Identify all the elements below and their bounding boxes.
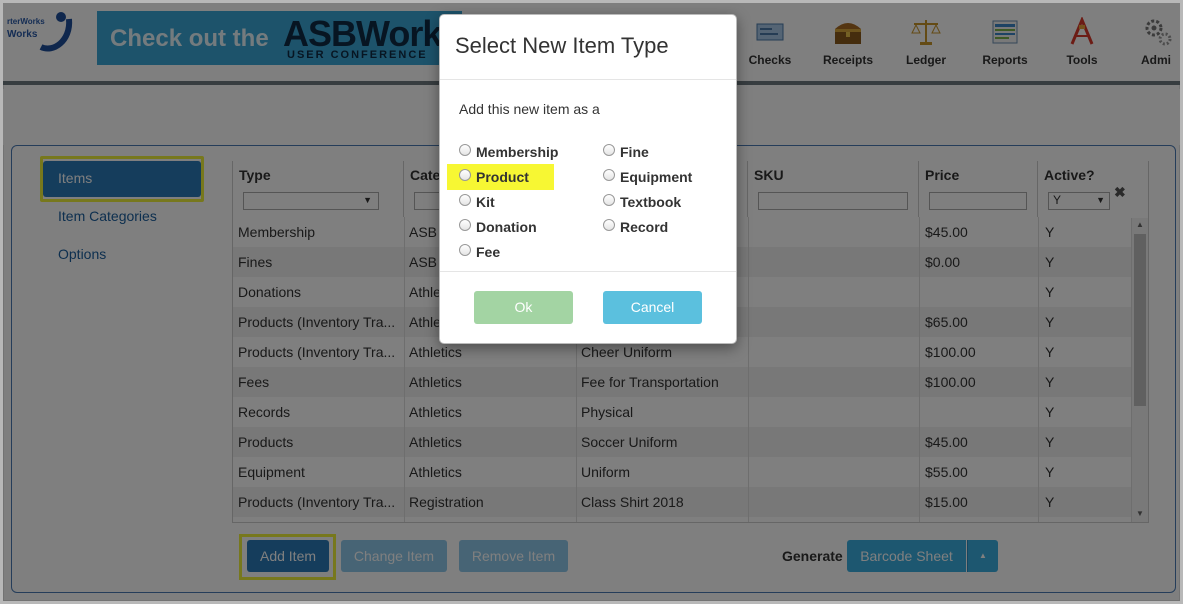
option-label: Fine — [620, 144, 649, 160]
radio-button[interactable] — [603, 194, 615, 206]
radio-button[interactable] — [603, 219, 615, 231]
option-equipment[interactable]: Equipment — [603, 169, 692, 185]
radio-button[interactable] — [603, 169, 615, 181]
option-donation[interactable]: Donation — [459, 219, 537, 235]
option-label: Membership — [476, 144, 559, 160]
option-kit[interactable]: Kit — [459, 194, 495, 210]
option-record[interactable]: Record — [603, 219, 668, 235]
option-product[interactable]: Product — [459, 169, 529, 185]
dialog-subtitle: Add this new item as a — [459, 101, 600, 117]
radio-button[interactable] — [459, 194, 471, 206]
option-membership[interactable]: Membership — [459, 144, 558, 160]
option-label: Record — [620, 219, 669, 235]
radio-button[interactable] — [459, 219, 471, 231]
cancel-button[interactable]: Cancel — [603, 291, 702, 324]
option-label: Fee — [476, 244, 501, 260]
radio-button[interactable] — [459, 244, 471, 256]
radio-button[interactable] — [459, 169, 471, 181]
divider — [440, 271, 736, 272]
option-label: Equipment — [620, 169, 693, 185]
divider — [440, 79, 736, 80]
option-label: Kit — [476, 194, 495, 210]
ok-button[interactable]: Ok — [474, 291, 573, 324]
option-label: Textbook — [620, 194, 682, 210]
radio-button[interactable] — [603, 144, 615, 156]
option-fine[interactable]: Fine — [603, 144, 649, 160]
dialog-title: Select New Item Type — [455, 33, 669, 58]
option-textbook[interactable]: Textbook — [603, 194, 681, 210]
option-label: Product — [476, 169, 529, 185]
option-label: Donation — [476, 219, 537, 235]
radio-button[interactable] — [459, 144, 471, 156]
option-fee[interactable]: Fee — [459, 244, 500, 260]
